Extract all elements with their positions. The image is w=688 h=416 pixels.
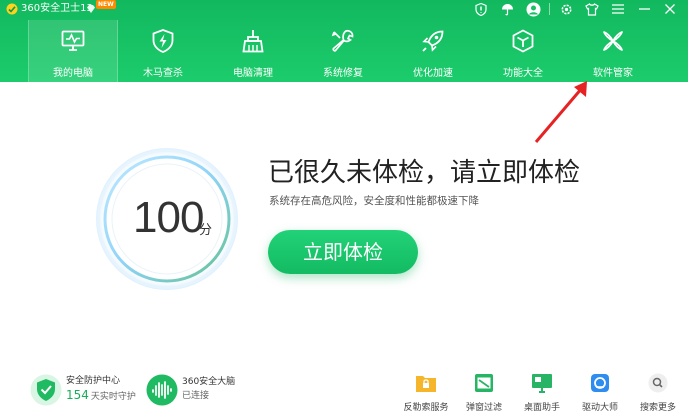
window-controls (465, 0, 680, 18)
driver-master-icon (589, 372, 611, 394)
nav-item-label: 我的电脑 (53, 68, 93, 79)
brain-title: 360安全大脑 (182, 377, 236, 387)
popup-filter-icon (473, 372, 495, 394)
page-headline: 已很久未体检，请立即体检 (268, 158, 581, 188)
umbrella-icon[interactable] (497, 0, 517, 18)
nav-item-optimize[interactable]: 优化加速 (388, 20, 478, 82)
tool-label: 搜索更多 (639, 403, 676, 413)
nav-item-my-computer[interactable]: 我的电脑 (28, 20, 118, 82)
nav-item-label: 优化加速 (413, 68, 453, 79)
minimize-icon[interactable] (634, 0, 654, 18)
close-icon[interactable] (660, 0, 680, 18)
protection-text: 安全防护中心 154 天实时守护 (66, 375, 136, 405)
brain-waveform-icon (146, 374, 178, 406)
settings-gear-icon[interactable] (556, 0, 576, 18)
nav-item-pc-cleanup[interactable]: 电脑清理 (208, 20, 298, 82)
nav-item-trojan-scan[interactable]: 木马查杀 (118, 20, 208, 82)
nav-item-software-manager[interactable]: 软件管家 (568, 20, 658, 82)
brain-status: 已连接 (182, 391, 210, 401)
user-avatar-icon[interactable] (523, 0, 543, 18)
search-icon (647, 372, 669, 394)
folder-lock-icon (415, 372, 437, 394)
protection-center[interactable]: 安全防护中心 154 天实时守护 (30, 374, 136, 406)
desktop-helper-icon (531, 372, 553, 394)
flower-icon (600, 28, 626, 54)
app-logo-icon (6, 3, 18, 15)
wrench-icon (330, 28, 356, 54)
tool-anti-ransomware[interactable]: 反勒索服务 (398, 372, 454, 414)
skin-shirt-icon[interactable] (582, 0, 602, 18)
nav-item-system-repair[interactable]: 系统修复 (298, 20, 388, 82)
tool-label: 反勒索服务 (403, 403, 449, 413)
brain-text: 360安全大脑 已连接 (182, 376, 235, 404)
vip-diamond-icon[interactable] (86, 4, 96, 14)
nav-item-label: 电脑清理 (233, 68, 273, 79)
protection-days: 154 天实时守护 (66, 388, 136, 405)
tool-popup-filter[interactable]: 弹窗过滤 (456, 372, 512, 414)
tool-desktop-helper[interactable]: 桌面助手 (514, 372, 570, 414)
tool-label: 桌面助手 (523, 403, 560, 413)
shield-bolt-icon (150, 28, 176, 54)
app-title: 360安全卫士13 (21, 3, 93, 14)
top-header: 360安全卫士13 NEW 我的电脑 木马查杀 电脑清理 系统修复 优化加速 功… (0, 0, 688, 82)
main-nav: 我的电脑 木马查杀 电脑清理 系统修复 优化加速 功能大全 软件管家 (28, 20, 658, 82)
nav-item-label: 软件管家 (593, 68, 633, 79)
risk-description: 系统存在高危风险，安全度和性能都极速下降 (269, 195, 479, 207)
monitor-icon (60, 28, 86, 54)
protection-title: 安全防护中心 (66, 376, 121, 386)
menu-icon[interactable] (608, 0, 628, 18)
security-brain[interactable]: 360安全大脑 已连接 (146, 374, 235, 406)
protection-days-label: 天实时守护 (90, 392, 136, 402)
tool-search-more[interactable]: 搜索更多 (630, 372, 686, 414)
nav-item-label: 木马查杀 (143, 68, 183, 79)
nav-item-all-features[interactable]: 功能大全 (478, 20, 568, 82)
score-unit: 分 (199, 223, 213, 238)
annotation-arrow (534, 81, 587, 143)
shield-protection-icon (30, 374, 62, 406)
tool-label: 驱动大师 (581, 403, 618, 413)
cube-icon (510, 28, 536, 54)
shield-alert-icon[interactable] (471, 0, 491, 18)
tool-label: 弹窗过滤 (465, 403, 502, 413)
nav-item-label: 系统修复 (323, 68, 363, 79)
new-badge: NEW (96, 0, 116, 9)
security-score: 100 (133, 193, 204, 242)
rocket-icon (420, 28, 446, 54)
tool-driver-master[interactable]: 驱动大师 (572, 372, 628, 414)
nav-item-label: 功能大全 (503, 68, 543, 79)
quick-tools: 反勒索服务 弹窗过滤 桌面助手 驱动大师 搜索更多 (398, 372, 688, 414)
separator (549, 3, 550, 15)
start-checkup-button[interactable]: 立即体检 (268, 230, 418, 274)
title-bar: 360安全卫士13 NEW (0, 0, 688, 18)
broom-icon (240, 28, 266, 54)
protection-days-count: 154 (66, 388, 89, 402)
